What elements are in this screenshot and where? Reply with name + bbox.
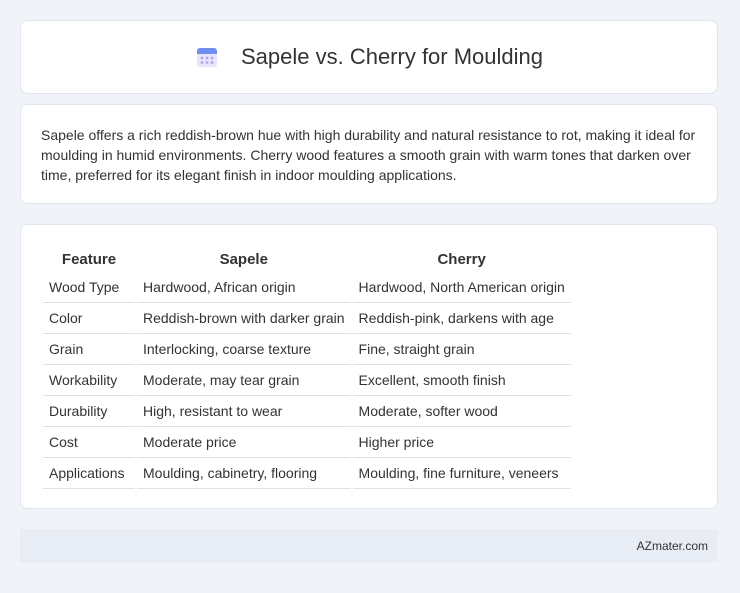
feature-cell: Color	[43, 303, 135, 334]
cherry-cell: Reddish-pink, darkens with age	[352, 303, 571, 334]
feature-cell: Wood Type	[43, 272, 135, 303]
table-row: Cost Moderate price Higher price	[43, 427, 571, 458]
cherry-cell: Hardwood, North American origin	[352, 272, 571, 303]
comparison-table: Feature Sapele Cherry Wood Type Hardwood…	[41, 243, 573, 489]
sapele-cell: Moulding, cabinetry, flooring	[137, 458, 351, 489]
table-row: Applications Moulding, cabinetry, floori…	[43, 458, 571, 489]
cherry-cell: Excellent, smooth finish	[352, 365, 571, 396]
cherry-cell: Fine, straight grain	[352, 334, 571, 365]
table-row: Grain Interlocking, coarse texture Fine,…	[43, 334, 571, 365]
table-row: Wood Type Hardwood, African origin Hardw…	[43, 272, 571, 303]
title-wrap: Sapele vs. Cherry for Moulding	[195, 44, 543, 70]
table-row: Color Reddish-brown with darker grain Re…	[43, 303, 571, 334]
sapele-cell: Interlocking, coarse texture	[137, 334, 351, 365]
intro-card: Sapele offers a rich reddish-brown hue w…	[20, 104, 718, 204]
calendar-icon	[196, 48, 217, 67]
feature-cell: Cost	[43, 427, 135, 458]
footer-brand: AZmater.com	[636, 538, 708, 553]
intro-text: Sapele offers a rich reddish-brown hue w…	[41, 127, 696, 183]
sapele-cell: Reddish-brown with darker grain	[137, 303, 351, 334]
sapele-cell: High, resistant to wear	[137, 396, 351, 427]
feature-cell: Workability	[43, 365, 135, 396]
feature-cell: Grain	[43, 334, 135, 365]
cherry-cell: Moderate, softer wood	[352, 396, 571, 427]
cherry-cell: Moulding, fine furniture, veneers	[352, 458, 571, 489]
table-row: Durability High, resistant to wear Moder…	[43, 396, 571, 427]
comparison-card: Feature Sapele Cherry Wood Type Hardwood…	[20, 224, 718, 509]
sapele-cell: Moderate, may tear grain	[137, 365, 351, 396]
feature-cell: Durability	[43, 396, 135, 427]
column-header-feature: Feature	[61, 250, 117, 268]
table-row: Workability Moderate, may tear grain Exc…	[43, 365, 571, 396]
table-header-row: Feature Sapele Cherry	[43, 243, 571, 272]
column-header-sapele: Sapele	[219, 250, 268, 268]
feature-cell: Applications	[43, 458, 135, 489]
sapele-cell: Moderate price	[137, 427, 351, 458]
page-title: Sapele vs. Cherry for Moulding	[240, 44, 544, 69]
footer-bar: AZmater.com	[20, 529, 718, 562]
cherry-cell: Higher price	[352, 427, 571, 458]
sapele-cell: Hardwood, African origin	[137, 272, 351, 303]
header-card: Sapele vs. Cherry for Moulding	[20, 20, 718, 94]
column-header-cherry: Cherry	[437, 250, 486, 268]
